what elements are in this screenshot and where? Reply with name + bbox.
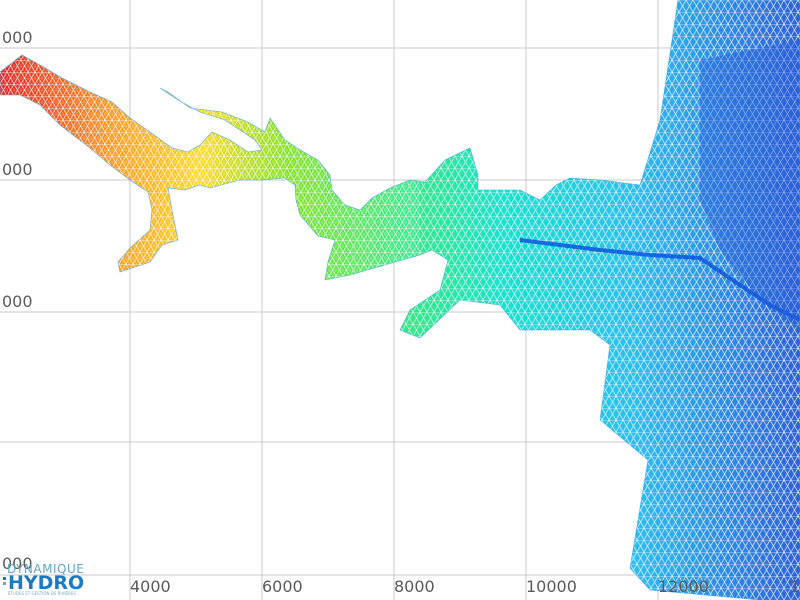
y-axis-ticks: 000 000 000 000: [2, 28, 33, 573]
mesh: [0, 0, 800, 600]
logo-line-3: ÉTUDES ET GESTION DE RIVIÈRES: [8, 591, 76, 596]
y-tick-3: 000: [2, 292, 33, 311]
x-tick-6000: 6000: [262, 577, 303, 596]
x-axis-ticks: 4000 6000 8000 10000 12000 1: [130, 577, 800, 596]
logo: DYNAMIQUE HYDRO ÉTUDES ET GESTION DE RIV…: [3, 562, 84, 596]
logo-mark-2: [3, 582, 6, 585]
mesh-plot: 4000 6000 8000 10000 12000 1 000 000 000…: [0, 0, 800, 600]
y-tick-2: 000: [2, 160, 33, 179]
mesh-triangles-coarse: [0, 0, 800, 600]
x-tick-8000: 8000: [394, 577, 435, 596]
x-tick-partial: 1: [790, 577, 800, 596]
x-tick-12000: 12000: [658, 577, 709, 596]
y-tick-1: 000: [2, 28, 33, 47]
mesh-triangles-fine: [0, 0, 420, 300]
x-tick-4000: 4000: [130, 577, 171, 596]
x-tick-10000: 10000: [526, 577, 577, 596]
logo-mark: [3, 577, 6, 580]
